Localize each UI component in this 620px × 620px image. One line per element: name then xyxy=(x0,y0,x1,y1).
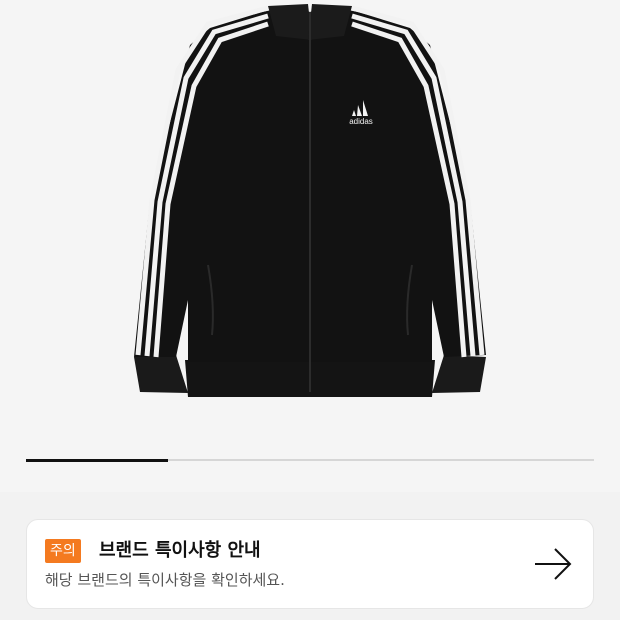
notice-description: 해당 브랜드의 특이사항을 확인하세요. xyxy=(45,571,285,589)
carousel-progress-track xyxy=(26,458,594,462)
product-image: adidas xyxy=(134,4,486,397)
caution-badge: 주의 xyxy=(45,539,81,563)
jacket-image: adidas xyxy=(134,4,486,397)
carousel-progress-fill xyxy=(26,458,168,462)
brand-notice-card[interactable]: 주의 브랜드 특이사항 안내 해당 브랜드의 특이사항을 확인하세요. xyxy=(26,519,594,609)
arrow-right-icon[interactable] xyxy=(533,546,573,582)
product-image-area[interactable]: adidas xyxy=(0,0,620,492)
notice-title: 브랜드 특이사항 안내 xyxy=(99,540,261,561)
brand-logo-text: adidas xyxy=(349,117,373,126)
